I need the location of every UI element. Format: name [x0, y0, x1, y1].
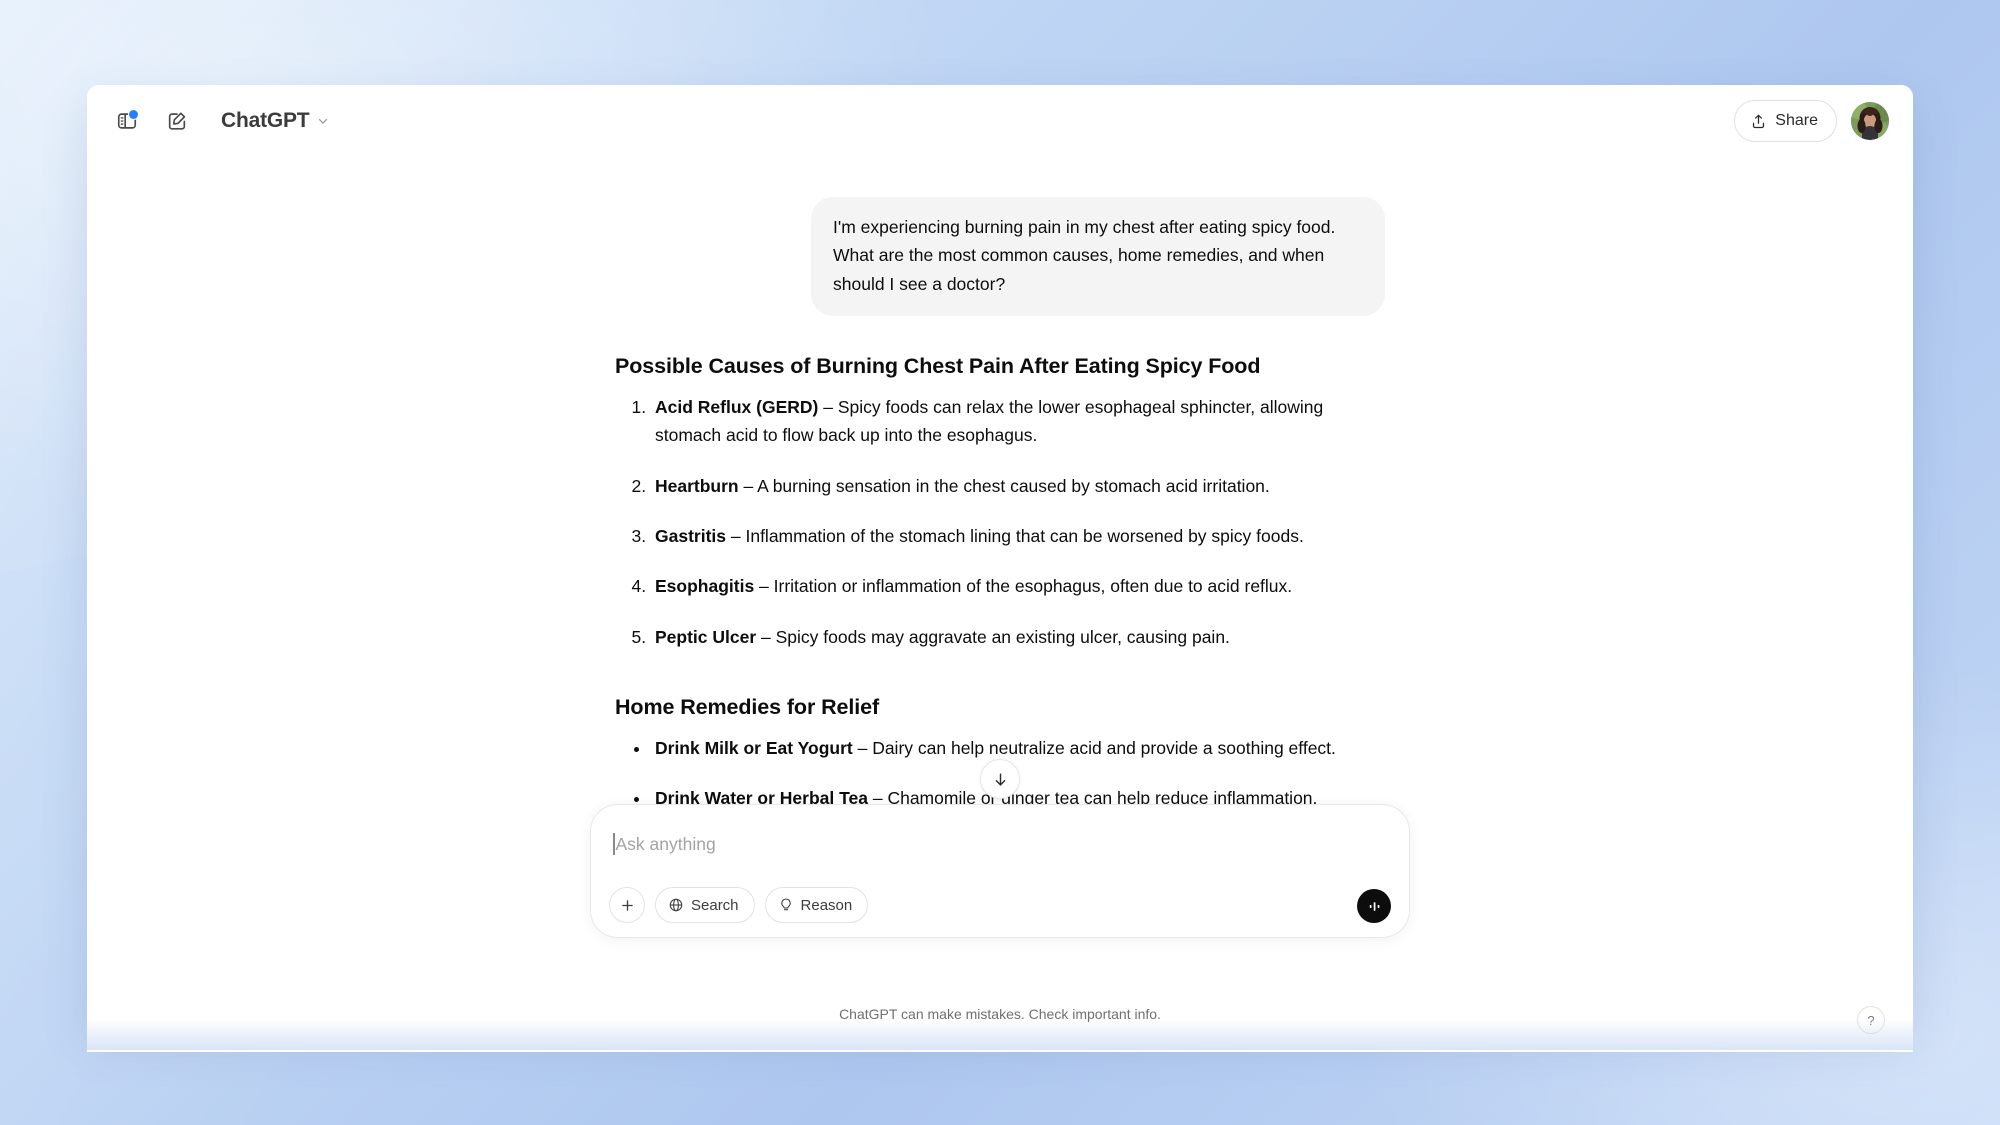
model-selector[interactable]: ChatGPT [215, 104, 339, 138]
header-right-group: Share [1734, 100, 1889, 142]
composer: Ask anything Search Reason [590, 804, 1410, 938]
search-tool-label: Search [691, 896, 739, 914]
scroll-to-bottom-button[interactable] [980, 759, 1020, 799]
brand-label: ChatGPT [221, 109, 310, 132]
voice-mode-button[interactable] [1357, 889, 1391, 923]
composer-toolbar: Search Reason [609, 887, 1391, 923]
notification-dot-icon [128, 109, 139, 120]
reason-tool-label: Reason [800, 896, 853, 914]
plus-icon [621, 899, 633, 911]
list-item-term: Peptic Ulcer [655, 626, 757, 647]
header-left-group: ChatGPT [107, 101, 339, 141]
list-item-term: Acid Reflux (GERD) [655, 397, 819, 418]
arrow-down-icon [995, 772, 1005, 786]
cause-list-item: Gastritis – Inflammation of the stomach … [651, 522, 1385, 550]
remedy-list-item: Drink Milk or Eat Yogurt – Dairy can hel… [651, 734, 1385, 762]
section-heading-remedies: Home Remedies for Relief [615, 695, 880, 720]
list-item-separator: – [756, 626, 776, 647]
lightbulb-icon [780, 898, 791, 911]
list-item-term: Gastritis [655, 526, 726, 547]
chatgpt-app-window: ChatGPT Share I'm experiencing burning p… [87, 85, 1913, 1024]
user-message-bubble: I'm experiencing burning pain in my ches… [811, 197, 1385, 317]
list-item-separator: – [852, 738, 873, 759]
help-question-icon: ? [1867, 1012, 1875, 1028]
reason-tool-button[interactable]: Reason [764, 887, 869, 923]
composer-container: Ask anything Search Reason [87, 804, 1913, 952]
text-caret [613, 833, 615, 855]
list-item-separator: – [818, 397, 838, 418]
share-label: Share [1775, 112, 1818, 129]
list-item-separator: – [738, 475, 758, 496]
list-item-separator: – [726, 526, 746, 547]
list-item-description: A burning sensation in the chest caused … [757, 475, 1270, 496]
avatar[interactable] [1851, 102, 1889, 140]
cause-list-item: Heartburn – A burning sensation in the c… [651, 472, 1385, 500]
conversation-scroll-area[interactable]: I'm experiencing burning pain in my ches… [87, 157, 1913, 952]
causes-list: Acid Reflux (GERD) – Spicy foods can rel… [615, 393, 1385, 651]
cause-list-item: Acid Reflux (GERD) – Spicy foods can rel… [651, 393, 1385, 450]
chevron-down-icon [319, 118, 328, 124]
list-item-description: Irritation or inflammation of the esopha… [773, 576, 1293, 597]
list-item-separator: – [754, 576, 774, 597]
user-message-row: I'm experiencing burning pain in my ches… [615, 197, 1385, 317]
list-item-term: Esophagitis [655, 576, 755, 597]
app-footer: ChatGPT can make mistakes. Check importa… [87, 1004, 1913, 1052]
message-input[interactable]: Ask anything [609, 821, 1391, 865]
message-input-placeholder: Ask anything [615, 833, 716, 854]
list-item-term: Heartburn [655, 475, 739, 496]
compose-icon [168, 112, 186, 130]
section-heading-causes: Possible Causes of Burning Chest Pain Af… [615, 354, 1261, 379]
share-button[interactable]: Share [1734, 100, 1837, 142]
disclaimer-text: ChatGPT can make mistakes. Check importa… [839, 1006, 1161, 1022]
list-item-description: Dairy can help neutralize acid and provi… [872, 738, 1336, 759]
list-item-description: Spicy foods may aggravate an existing ul… [775, 626, 1230, 647]
list-item-term: Drink Milk or Eat Yogurt [655, 738, 853, 759]
new-chat-button[interactable] [157, 101, 197, 141]
help-button[interactable]: ? [1857, 1006, 1885, 1034]
search-tool-button[interactable]: Search [655, 887, 755, 923]
voice-waveform-icon [1369, 901, 1379, 911]
share-upload-icon [1753, 114, 1765, 128]
sidebar-toggle-button[interactable] [107, 101, 147, 141]
user-avatar-image [1851, 102, 1889, 140]
app-header: ChatGPT Share [87, 85, 1913, 157]
list-item-description: Inflammation of the stomach lining that … [745, 526, 1304, 547]
globe-icon [669, 898, 683, 912]
cause-list-item: Peptic Ulcer – Spicy foods may aggravate… [651, 623, 1385, 651]
attach-button[interactable] [609, 887, 645, 923]
cause-list-item: Esophagitis – Irritation or inflammation… [651, 572, 1385, 600]
